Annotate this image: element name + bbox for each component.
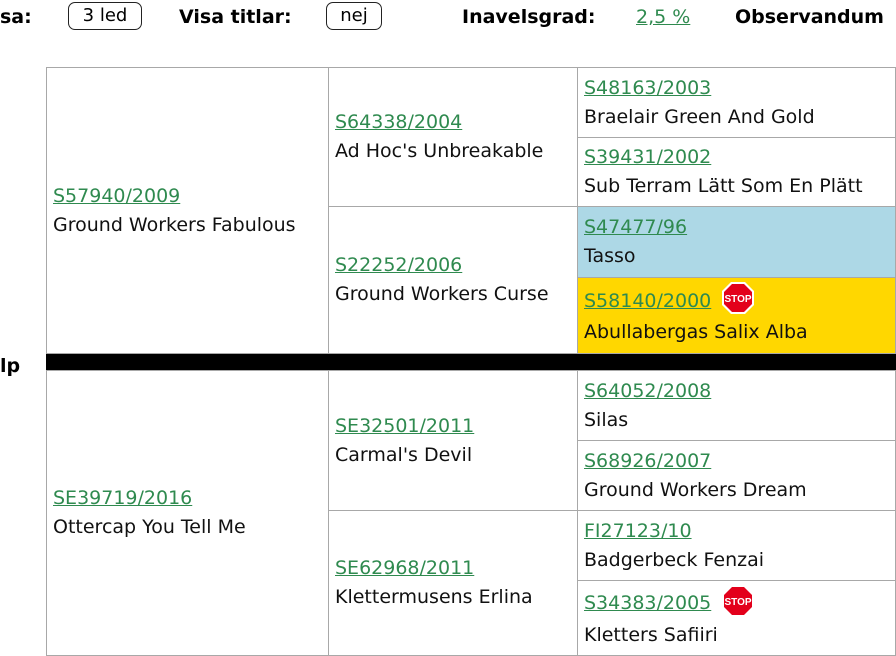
- pedigree-cell-ds-sire: S64052/2008 Silas: [577, 370, 896, 441]
- dam-sire-reg-link[interactable]: SE32501/2011: [335, 412, 577, 441]
- stop-sign-icon[interactable]: STOP: [721, 281, 755, 315]
- sd-sire-name: Tasso: [584, 245, 636, 267]
- dam-dam-reg-link[interactable]: SE62968/2011: [335, 554, 577, 583]
- pedigree-cell-sire-sire: S64338/2004 Ad Hoc's Unbreakable: [328, 67, 578, 207]
- dam-dam-name: Klettermusens Erlina: [335, 586, 533, 608]
- generations-select[interactable]: 3 led: [68, 2, 142, 30]
- generations-label: sa:: [0, 6, 32, 28]
- sire-sire-name: Ad Hoc's Unbreakable: [335, 140, 544, 162]
- side-label: lp: [0, 355, 21, 377]
- dd-sire-reg-link[interactable]: FI27123/10: [584, 517, 895, 546]
- dd-dam-reg-link[interactable]: S34383/2005: [584, 589, 711, 618]
- pedigree-cell-dd-dam: S34383/2005 STOP Kletters Safiiri: [577, 580, 896, 656]
- pedigree-cell-ss-dam: S39431/2002 Sub Terram Lätt Som En Plätt: [577, 137, 896, 207]
- pedigree-cell-sire: S57940/2009 Ground Workers Fabulous: [46, 67, 329, 354]
- sire-sire-reg-link[interactable]: S64338/2004: [335, 108, 577, 137]
- stop-sign-icon[interactable]: STOP: [721, 584, 755, 618]
- dam-sire-name: Carmal's Devil: [335, 443, 473, 466]
- observandum-label: Observandum: [735, 6, 884, 28]
- ds-sire-reg-link[interactable]: S64052/2008: [584, 377, 895, 406]
- inbreeding-link[interactable]: 2,5 %: [636, 6, 690, 28]
- pedigree-cell-dam-sire: SE32501/2011 Carmal's Devil: [328, 370, 578, 511]
- sd-dam-reg-link[interactable]: S58140/2000: [584, 287, 711, 316]
- inbreeding-label: Inavelsgrad:: [462, 6, 596, 28]
- pedigree-cell-ds-dam: S68926/2007 Ground Workers Dream: [577, 440, 896, 511]
- dam-reg-link[interactable]: SE39719/2016: [53, 484, 328, 513]
- sd-dam-name: Abullabergas Salix Alba: [584, 321, 808, 343]
- ss-dam-name: Sub Terram Lätt Som En Plätt: [584, 175, 863, 197]
- pedigree-cell-dam: SE39719/2016 Ottercap You Tell Me: [46, 370, 329, 656]
- pedigree-cell-sd-dam: S58140/2000 STOP Abullabergas Salix Alba: [577, 277, 896, 354]
- ss-sire-name: Braelair Green And Gold: [584, 105, 815, 128]
- ds-dam-name: Ground Workers Dream: [584, 478, 807, 501]
- pedigree-cell-ss-sire: S48163/2003 Braelair Green And Gold: [577, 67, 896, 138]
- sire-dam-divider: [46, 354, 896, 370]
- dam-name: Ottercap You Tell Me: [53, 516, 246, 538]
- pedigree-cell-sd-sire: S47477/96 Tasso: [577, 206, 896, 278]
- stop-sign-text: STOP: [725, 597, 752, 608]
- dd-sire-name: Badgerbeck Fenzai: [584, 548, 765, 571]
- sire-reg-link[interactable]: S57940/2009: [53, 182, 328, 211]
- pedigree-cell-sire-dam: S22252/2006 Ground Workers Curse: [328, 206, 578, 354]
- sd-sire-reg-link[interactable]: S47477/96: [584, 213, 895, 242]
- ss-sire-reg-link[interactable]: S48163/2003: [584, 74, 895, 103]
- show-titles-select[interactable]: nej: [326, 2, 382, 30]
- sire-dam-name: Ground Workers Curse: [335, 283, 549, 305]
- sire-dam-reg-link[interactable]: S22252/2006: [335, 251, 577, 280]
- ss-dam-reg-link[interactable]: S39431/2002: [584, 143, 895, 172]
- stop-sign-text: STOP: [725, 294, 752, 305]
- ds-dam-reg-link[interactable]: S68926/2007: [584, 447, 895, 476]
- pedigree-cell-dd-sire: FI27123/10 Badgerbeck Fenzai: [577, 510, 896, 581]
- pedigree-toolbar: sa: 3 led Visa titlar: nej Inavelsgrad: …: [0, 0, 896, 40]
- sire-name: Ground Workers Fabulous: [53, 213, 296, 236]
- dd-dam-name: Kletters Safiiri: [584, 623, 718, 646]
- ds-sire-name: Silas: [584, 408, 629, 431]
- show-titles-label: Visa titlar:: [179, 6, 292, 28]
- pedigree-cell-dam-dam: SE62968/2011 Klettermusens Erlina: [328, 510, 578, 656]
